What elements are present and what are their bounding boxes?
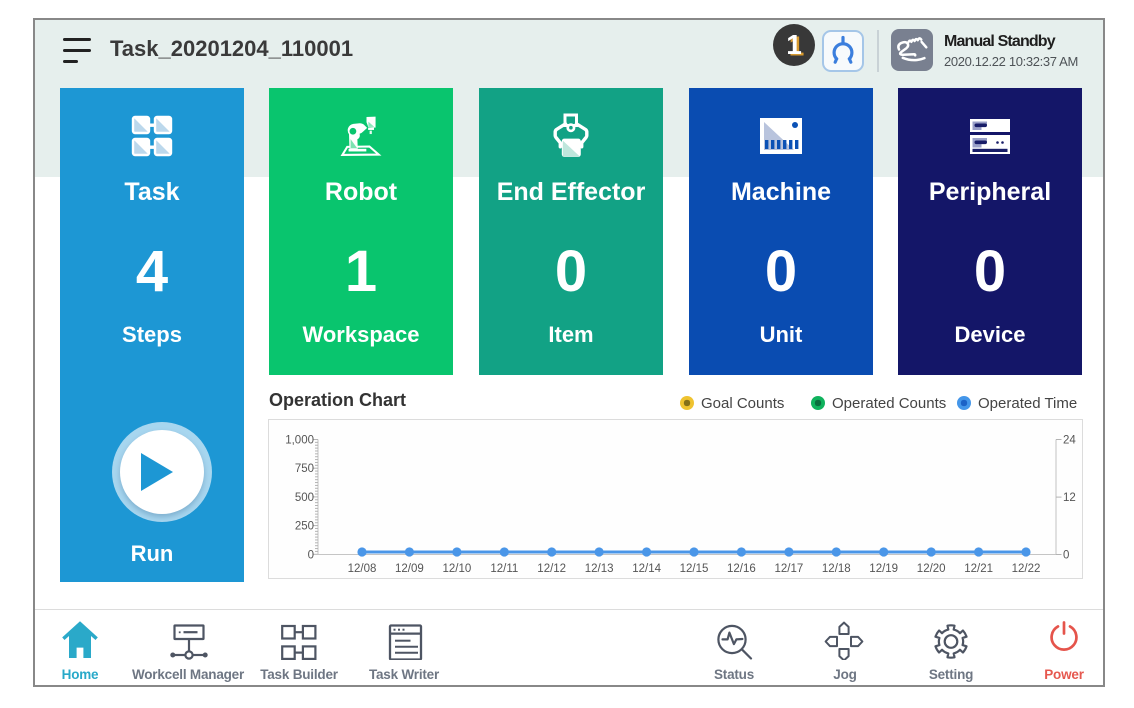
svg-text:12/13: 12/13 <box>585 563 614 575</box>
svg-text:12/10: 12/10 <box>443 563 472 575</box>
svg-text:12/12: 12/12 <box>537 563 566 575</box>
svg-text:12/20: 12/20 <box>917 563 946 575</box>
svg-text:12/14: 12/14 <box>632 563 661 575</box>
svg-text:250: 250 <box>295 521 314 533</box>
svg-text:750: 750 <box>295 463 314 475</box>
svg-text:500: 500 <box>295 492 314 504</box>
svg-text:1,000: 1,000 <box>285 435 314 447</box>
svg-text:0: 0 <box>308 549 314 561</box>
svg-text:12/09: 12/09 <box>395 563 424 575</box>
svg-text:12/18: 12/18 <box>822 563 851 575</box>
svg-text:12/15: 12/15 <box>680 563 709 575</box>
svg-text:12/17: 12/17 <box>775 563 804 575</box>
svg-text:24: 24 <box>1063 435 1076 447</box>
svg-text:0: 0 <box>1063 549 1069 561</box>
svg-text:12: 12 <box>1063 492 1076 504</box>
svg-text:12/22: 12/22 <box>1012 563 1041 575</box>
svg-text:12/11: 12/11 <box>490 563 518 575</box>
svg-text:12/08: 12/08 <box>348 563 377 575</box>
svg-text:12/16: 12/16 <box>727 563 756 575</box>
svg-text:12/19: 12/19 <box>869 563 898 575</box>
svg-text:12/21: 12/21 <box>964 563 993 575</box>
